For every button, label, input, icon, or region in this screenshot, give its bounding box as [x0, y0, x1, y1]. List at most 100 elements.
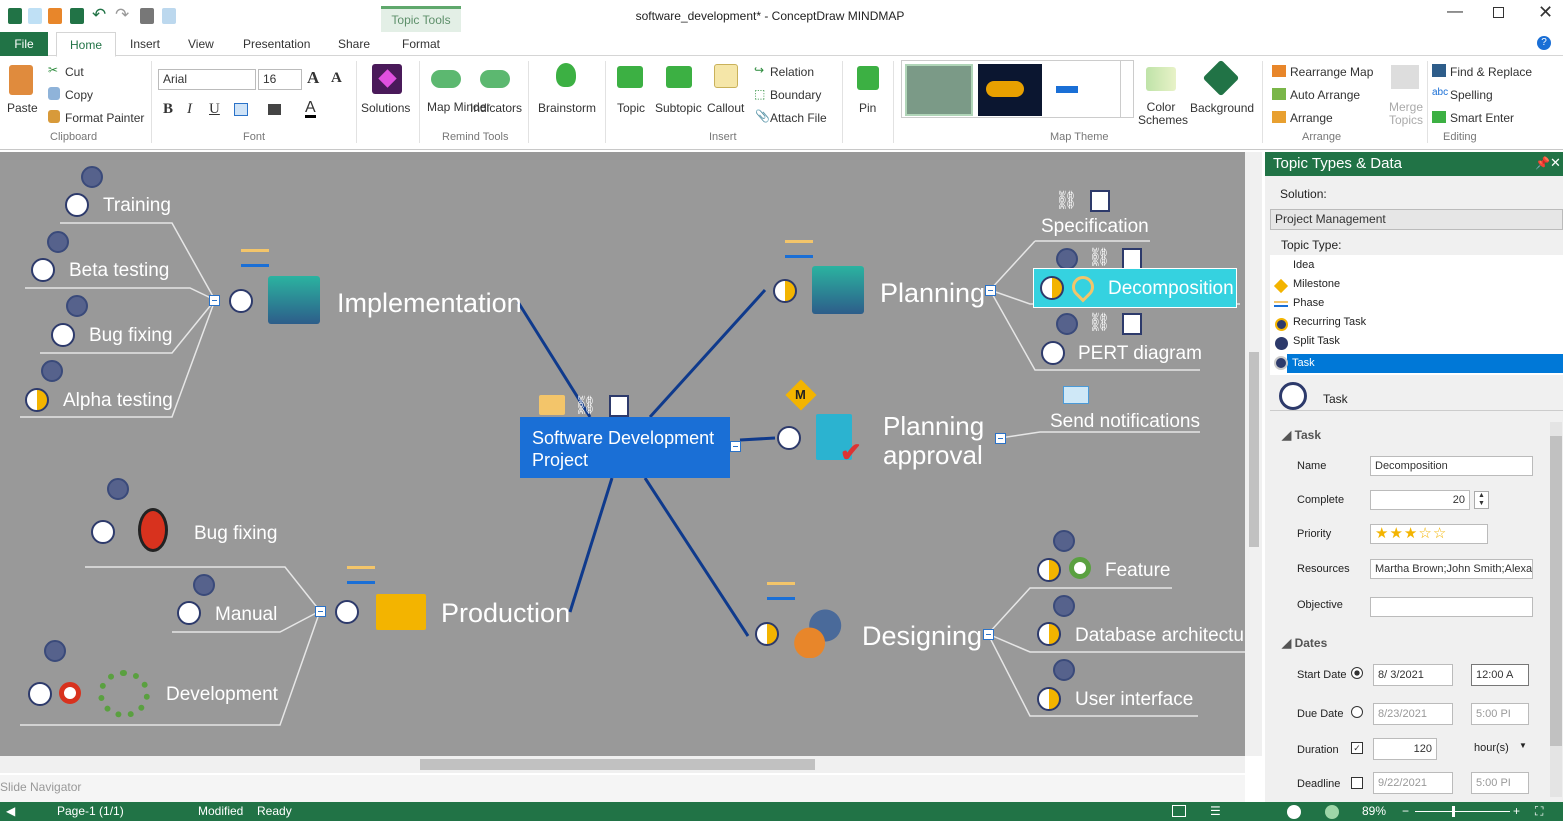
view-icon[interactable] — [1172, 805, 1186, 817]
objective-field[interactable] — [1370, 597, 1533, 617]
topic-database-architecture[interactable]: Database architecture — [1075, 625, 1245, 647]
scroll-thumb[interactable] — [420, 759, 815, 770]
indicators-button[interactable]: Indicators — [470, 101, 522, 115]
collapse-button[interactable] — [983, 629, 994, 640]
duration-unit-select[interactable]: hour(s) — [1474, 742, 1509, 754]
topic-planning[interactable]: Planning — [880, 278, 985, 309]
due-date-radio[interactable] — [1351, 706, 1363, 718]
deadline-checkbox[interactable] — [1351, 777, 1363, 789]
boundary-button[interactable]: Boundary — [770, 88, 821, 102]
topic-manual[interactable]: Manual — [215, 604, 277, 626]
priority-star-icon[interactable]: ☆ — [1418, 525, 1432, 542]
topic-button[interactable]: Topic — [617, 101, 645, 115]
collapse-button[interactable] — [985, 285, 996, 296]
settings-icon[interactable] — [1325, 805, 1339, 819]
cut-button[interactable]: Cut — [65, 65, 84, 79]
topic-feature[interactable]: Feature — [1105, 560, 1170, 582]
save-icon[interactable] — [70, 8, 84, 24]
theme-thumbnail[interactable] — [905, 64, 973, 116]
horizontal-scrollbar[interactable] — [0, 756, 1245, 773]
mind-map-canvas[interactable]: ⛓ Software Development Project Implement… — [0, 152, 1245, 756]
merge-topics-button[interactable]: Merge Topics — [1388, 101, 1424, 127]
collapse-button[interactable] — [209, 295, 220, 306]
complete-field[interactable]: 20 — [1370, 490, 1470, 510]
tab-presentation[interactable]: Presentation — [239, 32, 314, 56]
scroll-thumb[interactable] — [1249, 352, 1259, 547]
topic-pert-diagram[interactable]: PERT diagram — [1078, 343, 1202, 365]
topic-type-list[interactable]: Idea Milestone Phase Recurring Task Spli… — [1270, 255, 1563, 375]
priority-star-icon[interactable]: ★ — [1375, 525, 1389, 542]
theme-thumbnail[interactable] — [978, 64, 1042, 116]
topic-training[interactable]: Training — [103, 195, 171, 217]
zoom-in-button[interactable]: + — [1513, 802, 1520, 821]
zoom-out-button[interactable]: − — [1402, 802, 1409, 821]
task-section-header[interactable]: ◢ Task — [1282, 428, 1321, 442]
help-icon[interactable]: ? — [1537, 36, 1551, 50]
underline-icon[interactable]: U — [209, 101, 220, 118]
priority-star-icon[interactable]: ☆ — [1433, 525, 1447, 542]
format-painter-button[interactable]: Format Painter — [65, 111, 144, 125]
priority-star-icon[interactable]: ★ — [1389, 525, 1403, 542]
deadline-time-field[interactable]: 5:00 PI — [1471, 772, 1529, 794]
spelling-button[interactable]: Spelling — [1450, 88, 1493, 102]
minimize-button[interactable]: — — [1447, 3, 1463, 21]
copy-button[interactable]: Copy — [65, 88, 93, 102]
type-idea[interactable]: Idea — [1270, 259, 1563, 278]
topic-development[interactable]: Development — [166, 684, 278, 706]
resources-field[interactable]: Martha Brown;John Smith;Alexa — [1370, 559, 1533, 579]
prev-page-icon[interactable]: ◀ — [6, 802, 15, 821]
brainstorm-button[interactable]: Brainstorm — [538, 101, 596, 115]
smart-enter-button[interactable]: Smart Enter — [1450, 111, 1514, 125]
close-panel-button[interactable]: ✕ — [1550, 155, 1561, 171]
collapse-button[interactable] — [995, 433, 1006, 444]
italic-icon[interactable]: I — [187, 101, 192, 118]
print-icon[interactable] — [140, 8, 154, 24]
tab-view[interactable]: View — [184, 32, 218, 56]
tab-file[interactable]: File — [0, 32, 48, 56]
topic-production[interactable]: Production — [441, 598, 570, 629]
attach-file-button[interactable]: Attach File — [770, 111, 827, 125]
tab-insert[interactable]: Insert — [126, 32, 164, 56]
deadline-date-picker[interactable]: 9/22/2021 — [1373, 772, 1453, 794]
background-button[interactable]: Background — [1190, 101, 1254, 115]
topic-tools-contextual-tab[interactable]: Topic Tools — [381, 6, 461, 32]
grow-font-icon[interactable]: A — [307, 68, 319, 88]
topic-alpha-testing[interactable]: Alpha testing — [63, 390, 173, 412]
maximize-button[interactable] — [1493, 7, 1504, 18]
arrange-button[interactable]: Arrange — [1290, 111, 1333, 125]
type-phase[interactable]: Phase — [1270, 297, 1563, 316]
dates-section-header[interactable]: ◢ Dates — [1282, 636, 1327, 650]
tab-format[interactable]: Format — [398, 32, 444, 56]
zoom-slider-thumb[interactable] — [1452, 806, 1455, 817]
chevron-down-icon[interactable]: ▼ — [1519, 741, 1527, 750]
type-recurring-task[interactable]: Recurring Task — [1270, 316, 1563, 335]
topic-user-interface[interactable]: User interface — [1075, 689, 1193, 711]
topic-specification[interactable]: Specification — [1041, 216, 1149, 238]
font-color-icon[interactable]: A — [305, 100, 316, 118]
start-time-field[interactable]: 12:00 A — [1471, 664, 1529, 686]
color-schemes-button[interactable]: Color Schemes — [1138, 101, 1188, 127]
callout-button[interactable]: Callout — [707, 101, 744, 115]
tab-share[interactable]: Share — [334, 32, 374, 56]
paste-button[interactable]: Paste — [7, 101, 38, 115]
collapse-button[interactable] — [730, 441, 741, 452]
theme-thumbnail[interactable] — [1048, 64, 1114, 116]
name-field[interactable]: Decomposition — [1370, 456, 1533, 476]
topic-planning-approval[interactable]: Planning approval — [883, 412, 993, 470]
type-milestone[interactable]: Milestone — [1270, 278, 1563, 297]
panel-scrollbar[interactable] — [1550, 422, 1562, 797]
font-family-select[interactable]: Arial — [158, 69, 256, 90]
fit-page-icon[interactable]: ⛶ — [1535, 802, 1543, 821]
central-topic[interactable]: Software Development Project — [520, 417, 730, 478]
slide-navigator[interactable]: Slide Navigator — [0, 775, 1245, 802]
shrink-font-icon[interactable]: A — [331, 70, 342, 87]
start-date-picker[interactable]: 8/ 3/2021 — [1373, 664, 1453, 686]
redo-icon[interactable]: ↷ — [115, 5, 129, 25]
topic-decomposition-selected[interactable]: Decomposition — [1033, 268, 1237, 308]
due-time-field[interactable]: 5:00 PI — [1471, 703, 1529, 725]
font-size-select[interactable]: 16 — [258, 69, 302, 90]
type-task-selected[interactable]: Task — [1287, 354, 1563, 373]
zoom-slider[interactable] — [1415, 811, 1510, 812]
tab-home[interactable]: Home — [56, 32, 116, 57]
outline-icon[interactable]: ☰ — [1210, 802, 1221, 821]
